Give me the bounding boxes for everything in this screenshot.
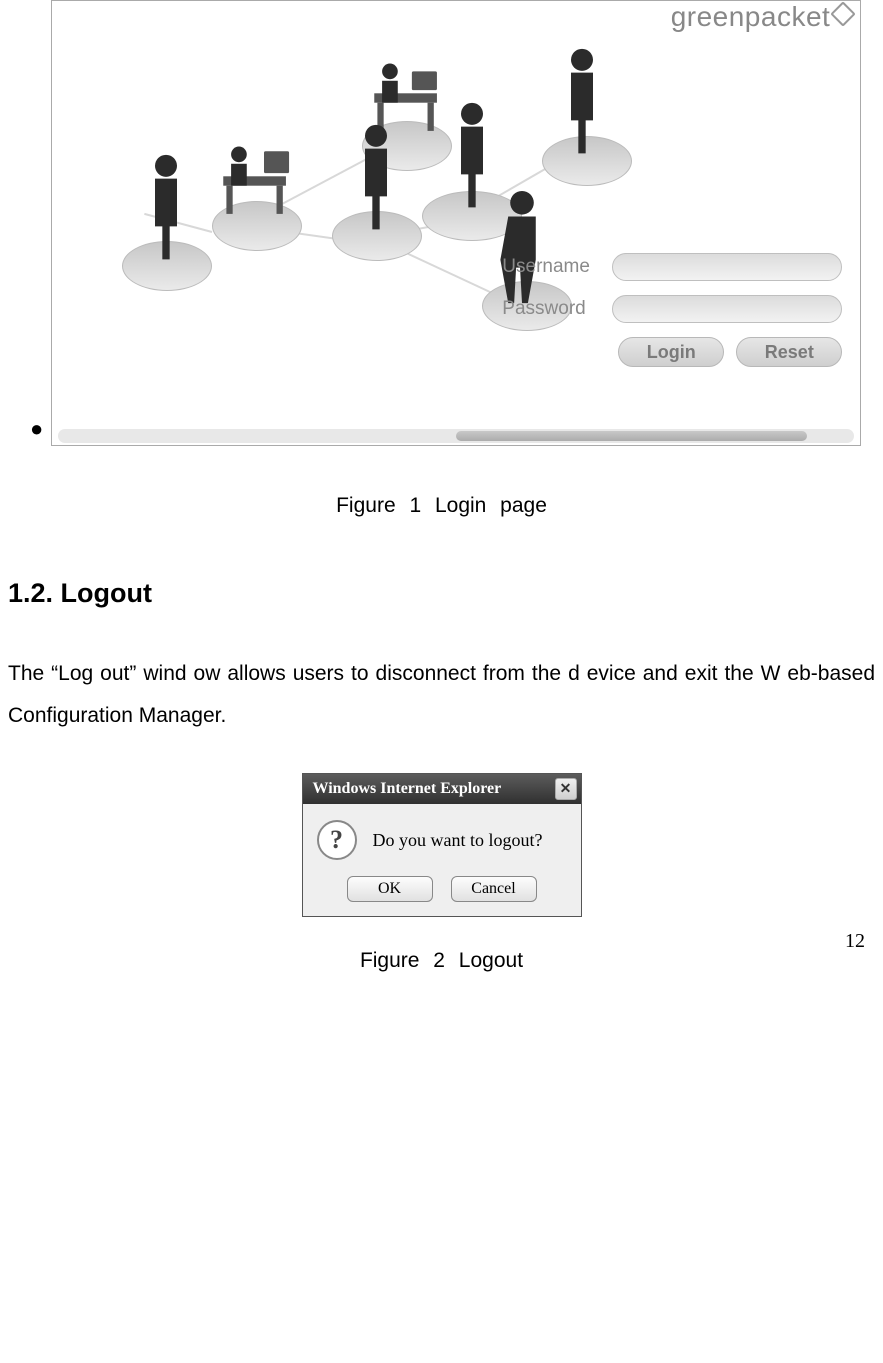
page-number: 12 bbox=[845, 930, 865, 953]
brand-text: greenpacket bbox=[671, 1, 831, 33]
dialog-message: Do you want to logout? bbox=[373, 830, 543, 851]
figure-2-caption: Figure 2 Logout bbox=[0, 949, 883, 973]
dialog-title-text: Windows Internet Explorer bbox=[313, 780, 502, 798]
brand-logo: greenpacket bbox=[671, 1, 853, 33]
cancel-button[interactable]: Cancel bbox=[451, 876, 537, 902]
figure-1-caption: Figure 1 Login page bbox=[0, 494, 883, 518]
login-button[interactable]: Login bbox=[618, 337, 724, 367]
password-input[interactable] bbox=[612, 295, 842, 323]
password-label: Password bbox=[502, 298, 612, 320]
username-input[interactable] bbox=[612, 253, 842, 281]
section-body-text: The “Log out” wind ow allows users to di… bbox=[8, 653, 875, 737]
login-form: Username Password Login Reset bbox=[502, 253, 842, 367]
reset-button[interactable]: Reset bbox=[736, 337, 842, 367]
close-icon[interactable]: ✕ bbox=[555, 778, 577, 800]
bullet-point: ● bbox=[30, 418, 43, 440]
section-heading-logout: 1.2. Logout bbox=[8, 578, 883, 609]
ok-button[interactable]: OK bbox=[347, 876, 433, 902]
logout-dialog: Windows Internet Explorer ✕ ? Do you wan… bbox=[302, 773, 582, 917]
brand-icon bbox=[831, 1, 856, 26]
username-label: Username bbox=[502, 256, 612, 278]
horizontal-scrollbar[interactable] bbox=[58, 429, 854, 443]
question-icon: ? bbox=[317, 820, 357, 860]
login-page-screenshot: greenpacket bbox=[51, 0, 861, 446]
